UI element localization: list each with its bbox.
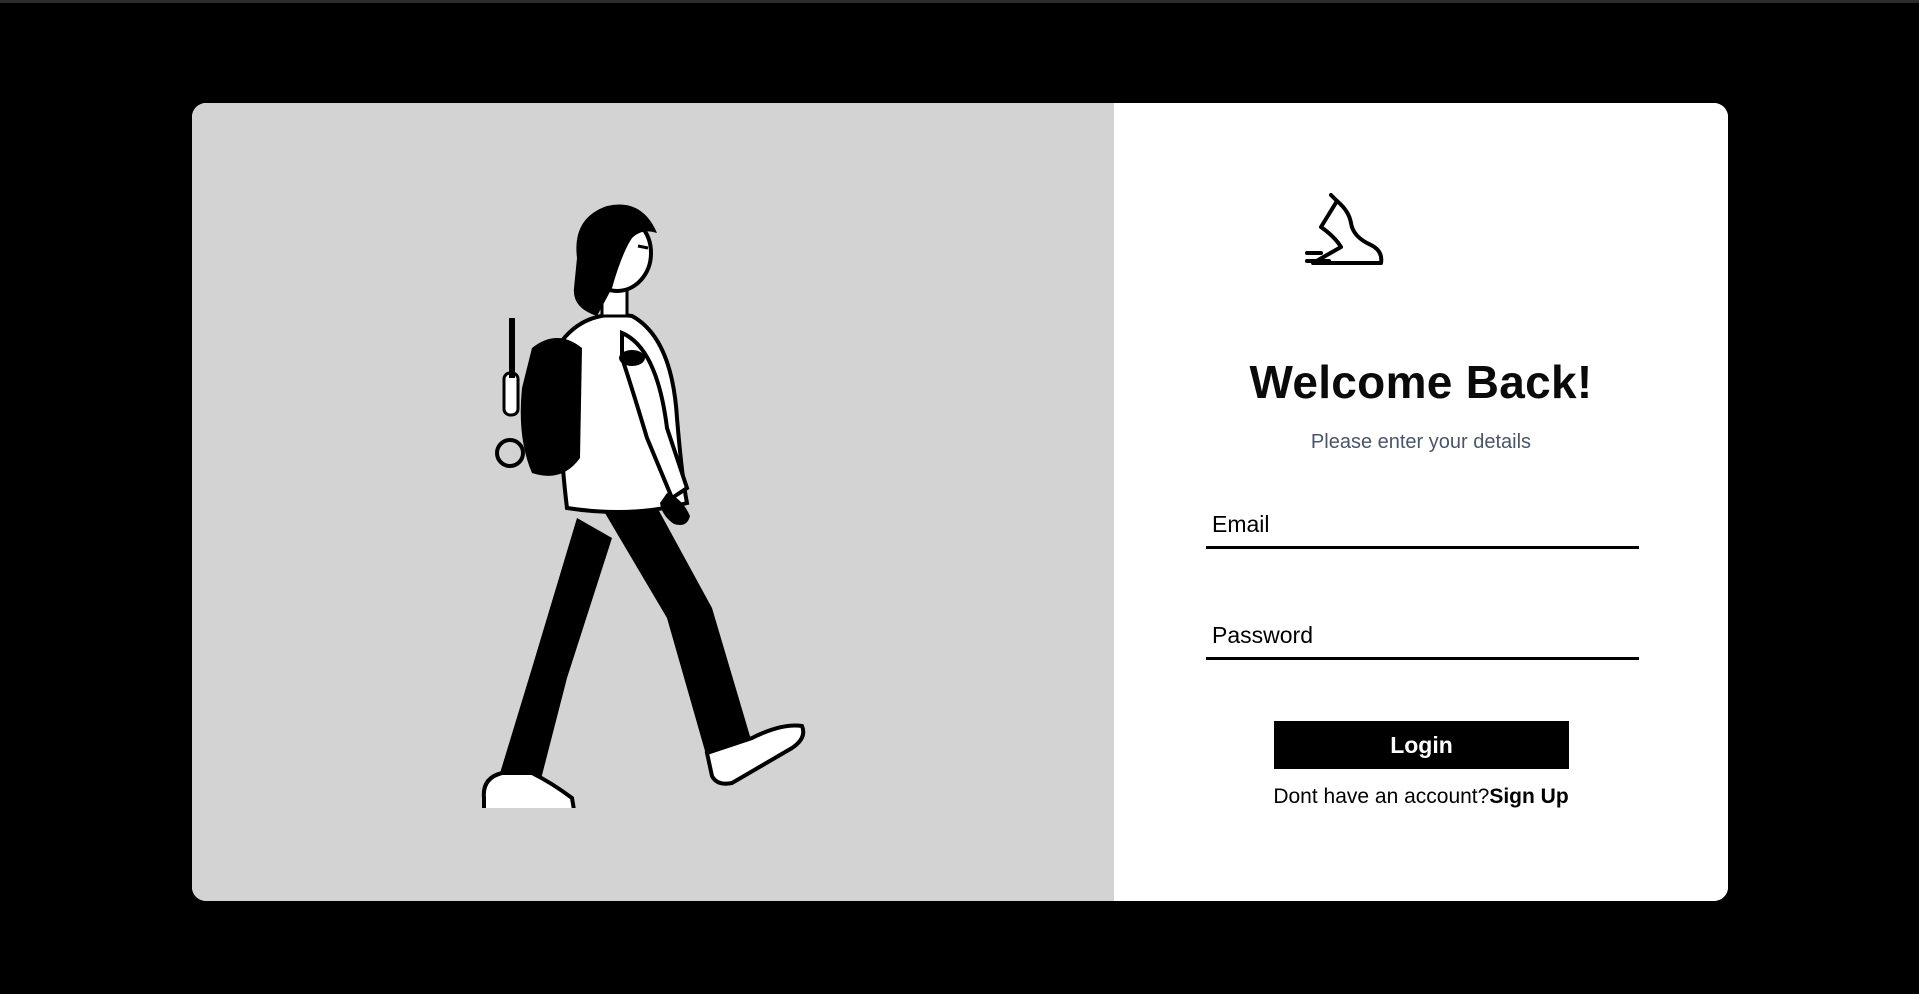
login-card: Welcome Back! Please enter your details … bbox=[192, 103, 1728, 901]
login-form-panel: Welcome Back! Please enter your details … bbox=[1114, 103, 1728, 901]
page-subtitle: Please enter your details bbox=[1310, 431, 1532, 453]
running-shoe-icon bbox=[1305, 193, 1384, 265]
password-field[interactable] bbox=[1206, 614, 1639, 660]
illustration-panel bbox=[192, 103, 1114, 901]
signup-prompt-line: Dont have an account?Sign Up bbox=[1114, 785, 1728, 809]
signup-prompt-text: Dont have an account? bbox=[1273, 785, 1490, 808]
walking-girl-illustration bbox=[481, 204, 806, 808]
page-title: Welcome Back! bbox=[1249, 356, 1593, 408]
sign-up-link[interactable]: Sign Up bbox=[1489, 785, 1568, 808]
login-button[interactable]: Login bbox=[1274, 721, 1569, 769]
window-top-strip bbox=[0, 0, 1919, 3]
email-field[interactable] bbox=[1206, 503, 1639, 549]
